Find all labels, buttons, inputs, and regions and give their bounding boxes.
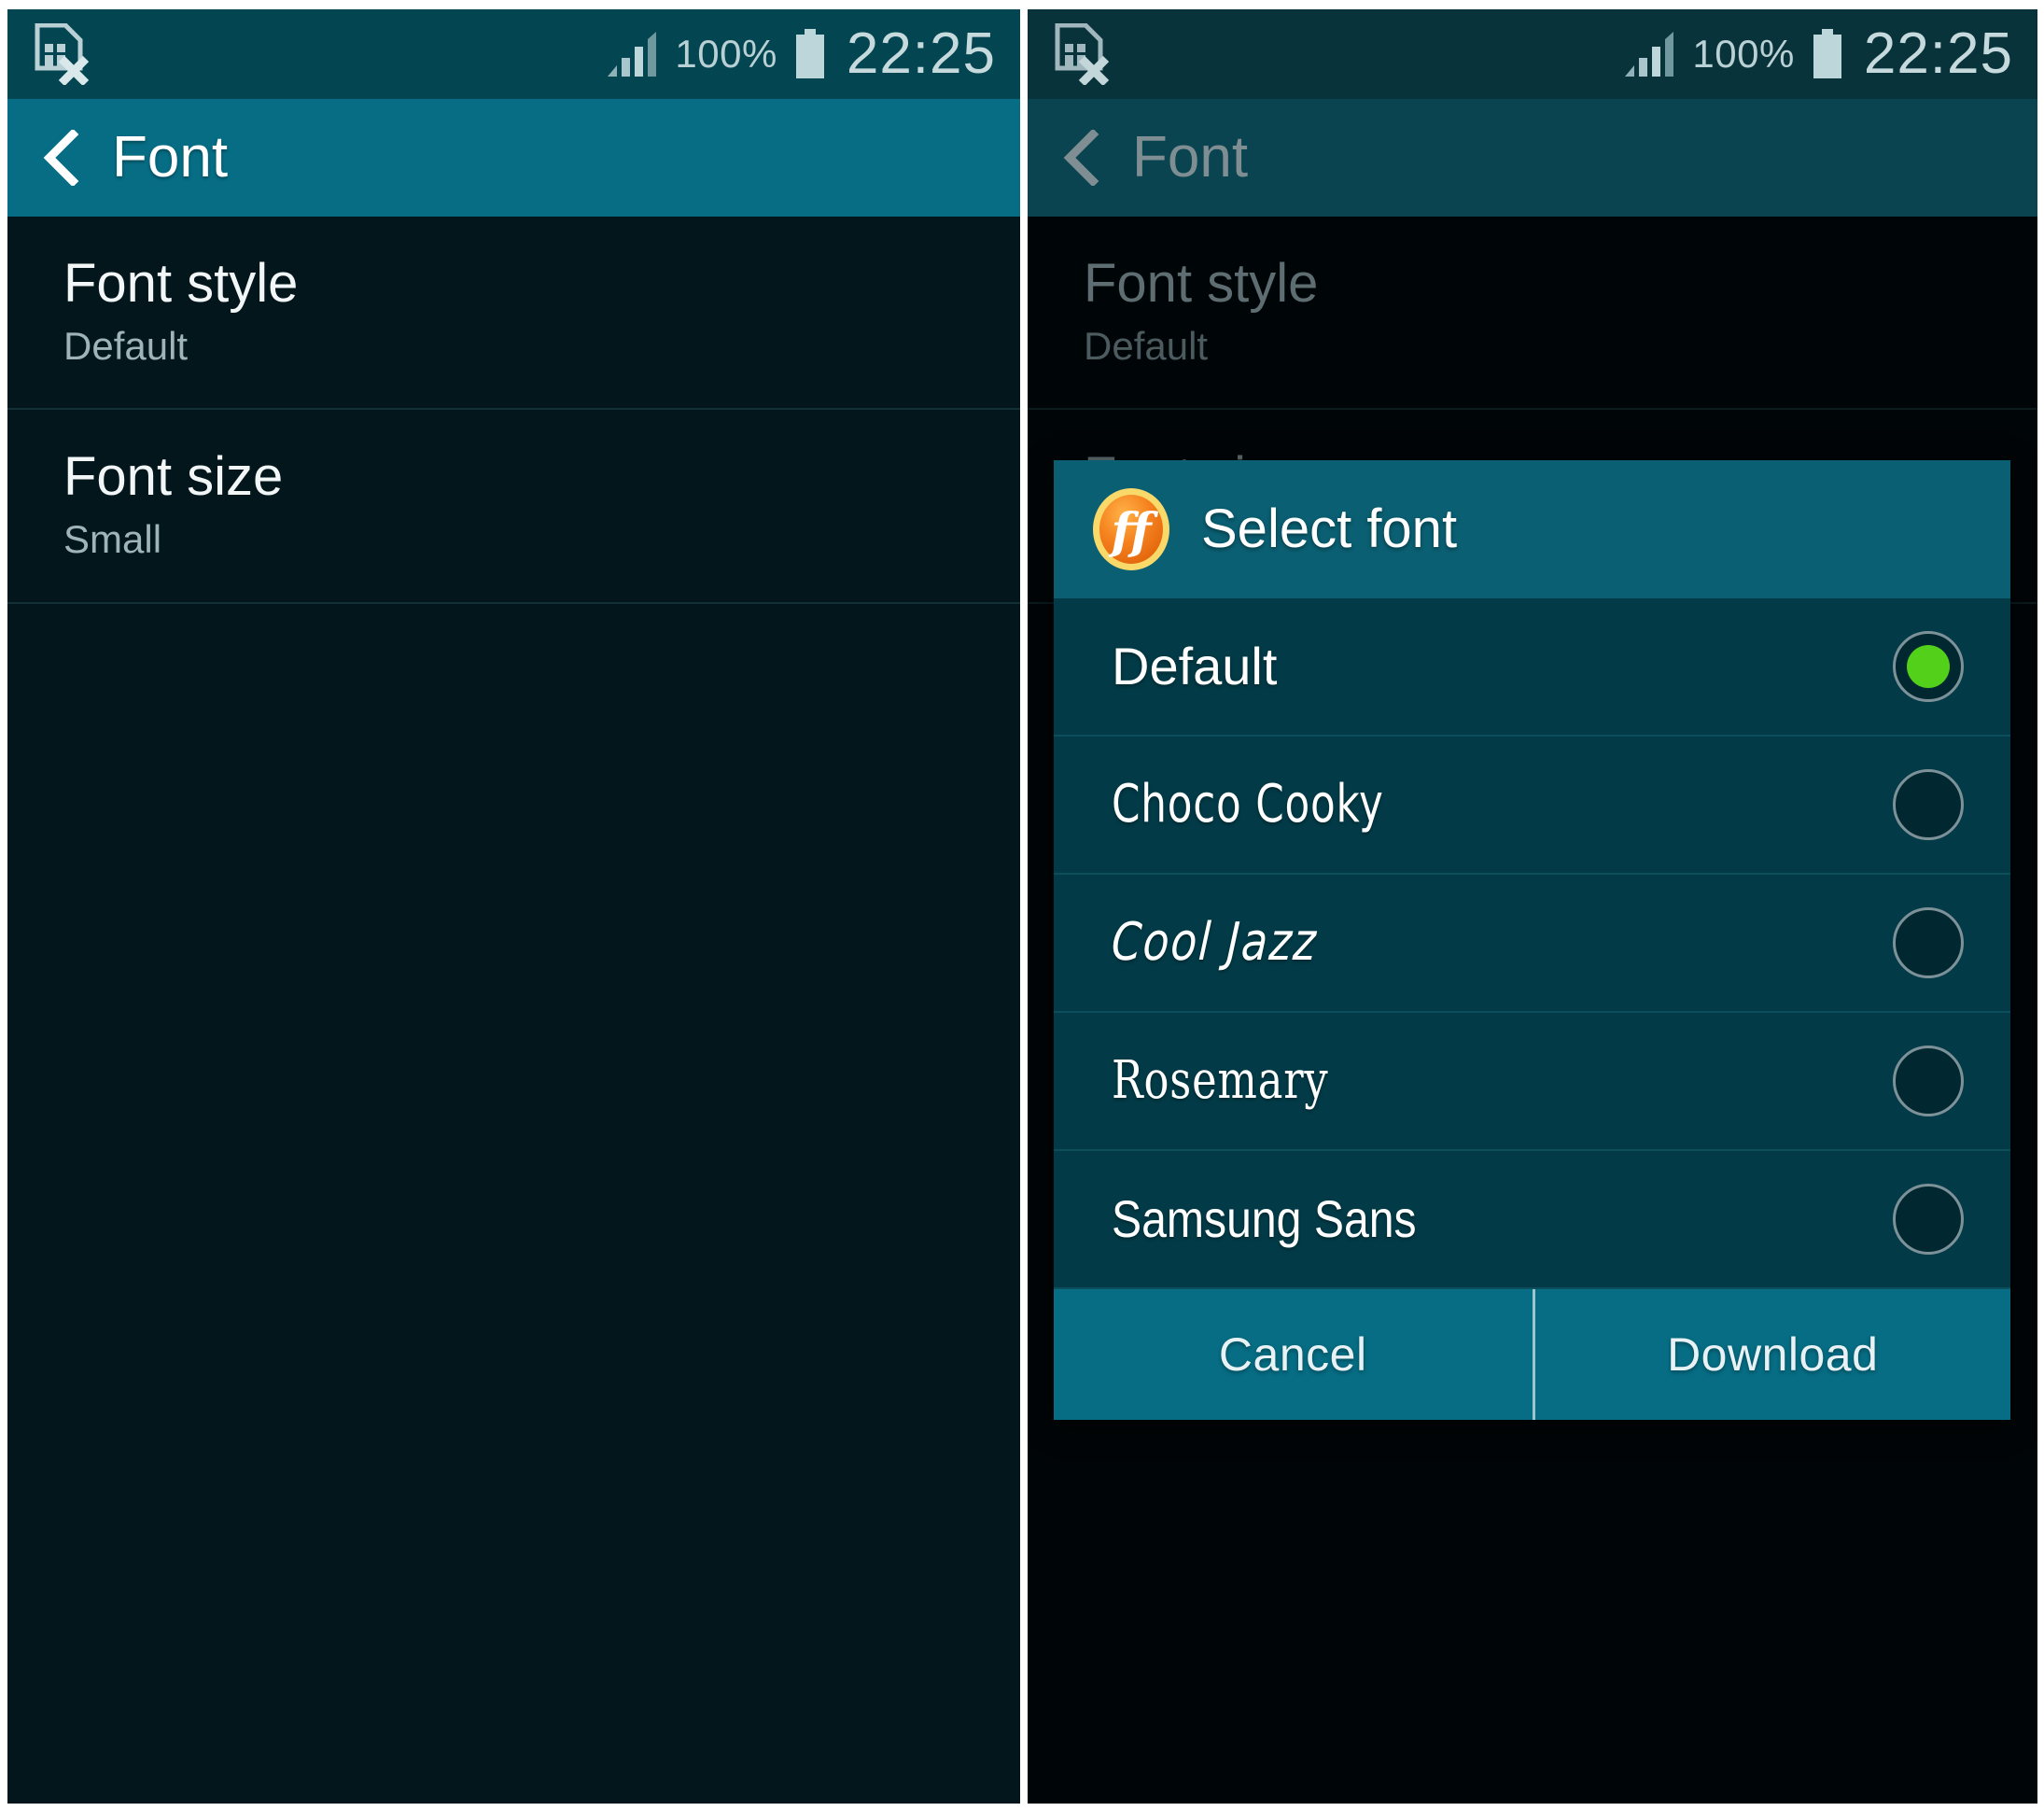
setting-value: Small — [63, 517, 162, 562]
sim-card-x-icon — [1055, 23, 1110, 85]
clock-label: 22:25 — [846, 21, 996, 86]
dialog-title: Select font — [1201, 498, 1458, 559]
cancel-button[interactable]: Cancel — [1054, 1289, 1533, 1420]
setting-title: Font style — [63, 253, 299, 314]
back-chevron-icon[interactable] — [41, 130, 82, 186]
battery-percent-label: 100% — [1692, 32, 1795, 76]
radio-dot — [1907, 921, 1950, 964]
radio-dot — [1907, 1060, 1950, 1102]
status-bar-right-icons: 100% 22:25 — [1623, 25, 2013, 83]
status-bar-right-icons: 100% 22:25 — [606, 25, 996, 83]
download-button[interactable]: Download — [1532, 1289, 2011, 1420]
page-title: Font — [112, 125, 229, 190]
font-option-default[interactable]: Default — [1054, 598, 2010, 737]
sim-card-x-icon — [35, 23, 90, 85]
font-option-choco-cooky[interactable]: Choco Cooky — [1054, 737, 2010, 875]
battery-percent-label: 100% — [675, 32, 777, 76]
select-font-dialog: ff Select font Default Choco Cooky Cool … — [1054, 460, 2010, 1420]
setting-item-font-style[interactable]: Font style Default — [7, 217, 1020, 411]
font-option-label: Samsung Sans — [1112, 1189, 1417, 1248]
phone-screen-right: 100% 22:25 Font Font style Default Font … — [1028, 9, 2037, 1804]
status-bar: 100% 22:25 — [7, 9, 1020, 99]
font-option-cool-jazz[interactable]: Cool Jazz — [1054, 875, 2010, 1013]
status-bar-left-icons — [32, 23, 90, 85]
page-title: Font — [1132, 125, 1249, 190]
settings-list: Font style Default Font size Small — [7, 217, 1020, 604]
radio-button-samsung-sans[interactable] — [1893, 1184, 1964, 1255]
dialog-button-bar: Cancel Download — [1054, 1289, 2010, 1420]
radio-button-rosemary[interactable] — [1893, 1046, 1964, 1116]
font-option-rosemary[interactable]: Rosemary — [1054, 1013, 2010, 1151]
status-bar: 100% 22:25 — [1028, 9, 2037, 99]
font-option-label: Cool Jazz — [1110, 912, 1320, 973]
action-bar: Font — [1028, 99, 2037, 217]
font-option-label: Default — [1112, 637, 1278, 695]
setting-title: Font size — [63, 446, 284, 508]
battery-full-icon — [795, 29, 824, 78]
signal-bars-icon — [1625, 32, 1674, 77]
setting-value: Default — [63, 323, 189, 368]
radio-button-default[interactable] — [1893, 631, 1964, 702]
font-option-label: Choco Cooky — [1112, 774, 1384, 835]
status-bar-left-icons — [1052, 23, 1110, 85]
radio-button-choco-cooky[interactable] — [1893, 769, 1964, 840]
setting-title: Font style — [1084, 253, 1319, 314]
svg-text:ff: ff — [1107, 503, 1158, 560]
font-option-label: Rosemary — [1112, 1050, 1329, 1111]
radio-dot — [1907, 783, 1950, 826]
dual-screenshot-container: 100% 22:25 Font Font style Default Font … — [0, 0, 2044, 1811]
back-chevron-icon — [1063, 130, 1099, 186]
radio-dot — [1907, 1198, 1950, 1241]
font-option-samsung-sans[interactable]: Samsung Sans — [1054, 1151, 2010, 1289]
setting-value: Default — [1084, 323, 1209, 368]
signal-bars-icon — [608, 32, 657, 77]
setting-item-font-size[interactable]: Font size Small — [7, 410, 1020, 604]
dialog-header: ff Select font — [1054, 460, 2010, 598]
clock-label: 22:25 — [1863, 21, 2013, 86]
battery-full-icon — [1813, 29, 1841, 78]
phone-screen-left: 100% 22:25 Font Font style Default Font … — [7, 9, 1020, 1804]
radio-button-cool-jazz[interactable] — [1893, 907, 1964, 978]
radio-dot — [1907, 645, 1950, 688]
action-bar: Font — [7, 99, 1020, 217]
ff-flipfont-icon: ff — [1093, 488, 1169, 570]
setting-item-font-style: Font style Default — [1028, 217, 2037, 411]
